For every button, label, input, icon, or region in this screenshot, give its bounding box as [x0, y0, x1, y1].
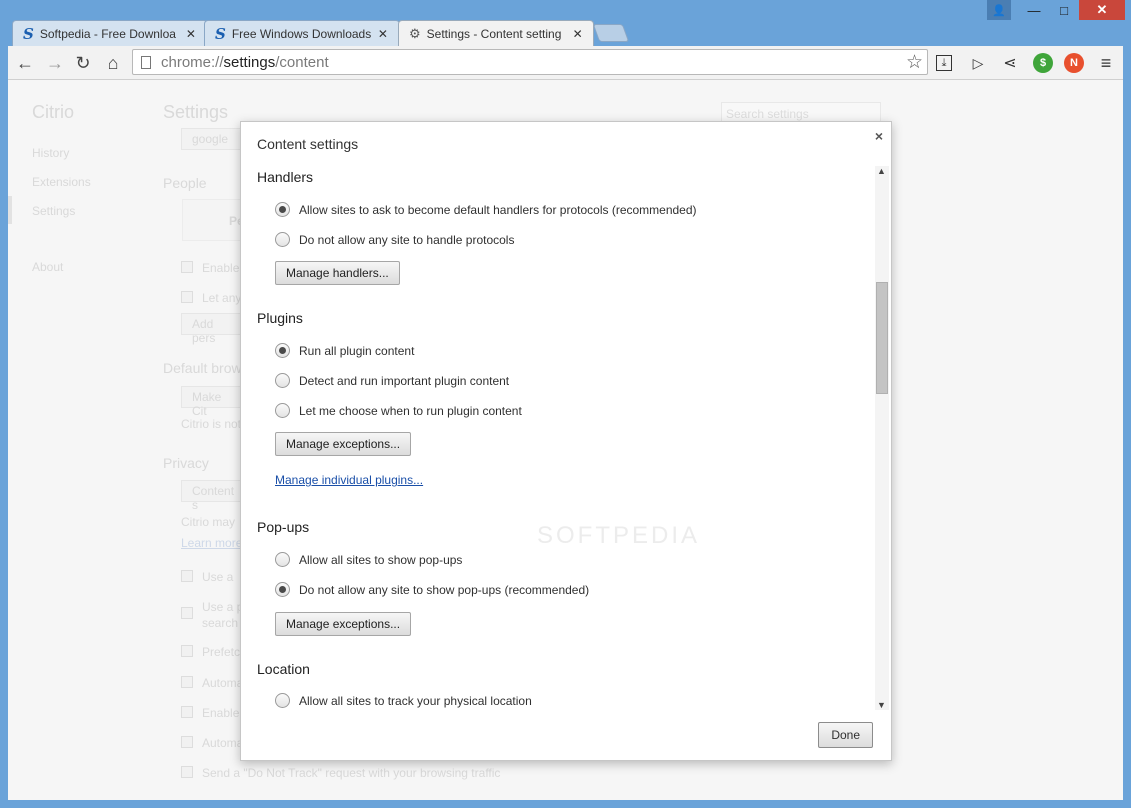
close-window-button[interactable]: ✕: [1079, 0, 1125, 20]
radio-button-selected[interactable]: [275, 202, 290, 217]
tab-close-icon[interactable]: ✕: [573, 27, 583, 41]
popups-allow-option[interactable]: Allow all sites to show pop-ups: [275, 552, 462, 567]
tab-title: Free Windows Downloads: [231, 26, 372, 41]
maximize-button[interactable]: □: [1049, 0, 1079, 20]
tab-strip: S Softpedia - Free Downloa ✕ S Free Wind…: [8, 18, 1008, 46]
manage-handlers-button[interactable]: Manage handlers...: [275, 261, 400, 285]
gear-icon: ⚙: [409, 25, 421, 41]
option-label: Detect and run important plugin content: [299, 373, 510, 388]
plugins-choose-option[interactable]: Let me choose when to run plugin content: [275, 403, 522, 418]
tab-free-windows-downloads[interactable]: S Free Windows Downloads ✕: [204, 20, 400, 46]
url-path: /content: [275, 53, 329, 71]
forward-button[interactable]: →: [44, 52, 66, 74]
toolbar: ← → ↻ ⌂ chrome://settings/content ☆ ⤓ ▷ …: [8, 46, 1123, 80]
new-tab-button[interactable]: [592, 24, 630, 42]
close-icon[interactable]: ×: [875, 128, 883, 144]
tab-settings[interactable]: ⚙ Settings - Content setting ✕: [398, 20, 594, 46]
softpedia-icon: S: [23, 24, 34, 43]
dialog-scrollbar[interactable]: ▲ ▼: [875, 166, 889, 710]
dollar-extension-icon[interactable]: $: [1033, 53, 1053, 73]
home-button[interactable]: ⌂: [102, 52, 124, 74]
manage-popup-exceptions-button[interactable]: Manage exceptions...: [275, 612, 412, 636]
tab-title: Softpedia - Free Downloa: [39, 26, 176, 41]
reload-button[interactable]: ↻: [72, 52, 94, 74]
content-settings-dialog: Content settings × Handlers Allow sites …: [240, 121, 892, 761]
radio-button[interactable]: [275, 693, 290, 708]
minimize-button[interactable]: —: [1019, 0, 1049, 20]
plugins-heading: Plugins: [257, 310, 303, 326]
scroll-down-arrow-icon[interactable]: ▼: [877, 700, 886, 710]
browser-window: 👤 — □ ✕ S Softpedia - Free Downloa ✕ S F…: [0, 0, 1131, 808]
radio-button-selected[interactable]: [275, 582, 290, 597]
radio-button[interactable]: [275, 552, 290, 567]
bookmark-star-icon[interactable]: ☆: [906, 51, 923, 74]
plugins-detect-option[interactable]: Detect and run important plugin content: [275, 373, 509, 388]
menu-icon[interactable]: ≡: [1096, 53, 1116, 73]
radio-button[interactable]: [275, 232, 290, 247]
option-label: Do not allow any site to show pop-ups (r…: [299, 582, 590, 597]
user-icon[interactable]: 👤: [987, 0, 1011, 20]
radio-button[interactable]: [275, 403, 290, 418]
option-label: Allow sites to ask to become default han…: [299, 202, 697, 217]
option-label: Let me choose when to run plugin content: [299, 403, 522, 418]
download-icon[interactable]: ⤓: [936, 55, 952, 71]
scroll-up-arrow-icon[interactable]: ▲: [877, 166, 886, 176]
location-heading: Location: [257, 661, 310, 677]
url-host: settings: [223, 53, 276, 71]
manage-plugin-exceptions-button[interactable]: Manage exceptions...: [275, 432, 412, 456]
url-scheme: chrome://: [161, 53, 224, 71]
popups-block-option[interactable]: Do not allow any site to show pop-ups (r…: [275, 582, 589, 597]
scrollbar-thumb[interactable]: [876, 282, 888, 394]
option-label: Allow all sites to show pop-ups: [299, 552, 463, 567]
back-button[interactable]: ←: [14, 52, 36, 74]
page-icon: [141, 55, 151, 69]
radio-button[interactable]: [275, 373, 290, 388]
tab-title: Settings - Content setting: [426, 26, 562, 41]
option-label: Allow all sites to track your physical l…: [299, 693, 532, 708]
dialog-title: Content settings: [257, 136, 359, 152]
handlers-allow-option[interactable]: Allow sites to ask to become default han…: [275, 202, 697, 217]
handlers-block-option[interactable]: Do not allow any site to handle protocol…: [275, 232, 514, 247]
tab-close-icon[interactable]: ✕: [378, 27, 388, 41]
softpedia-icon: S: [215, 24, 226, 43]
done-button[interactable]: Done: [818, 722, 873, 748]
option-label: Do not allow any site to handle protocol…: [299, 232, 515, 247]
plugins-run-all-option[interactable]: Run all plugin content: [275, 343, 414, 358]
tab-close-icon[interactable]: ✕: [186, 27, 196, 41]
share-icon[interactable]: ⋖: [1000, 53, 1020, 73]
manage-individual-plugins-link[interactable]: Manage individual plugins...: [275, 473, 423, 487]
handlers-heading: Handlers: [257, 169, 314, 185]
tab-softpedia[interactable]: S Softpedia - Free Downloa ✕: [12, 20, 208, 46]
n-extension-icon[interactable]: N: [1064, 53, 1084, 73]
location-allow-option[interactable]: Allow all sites to track your physical l…: [275, 693, 532, 708]
address-bar[interactable]: chrome://settings/content ☆: [132, 49, 928, 75]
radio-button-selected[interactable]: [275, 343, 290, 358]
softpedia-watermark: SOFTPEDIA: [537, 522, 701, 549]
option-label: Run all plugin content: [299, 343, 415, 358]
dialog-body: Handlers Allow sites to ask to become de…: [257, 162, 873, 718]
play-icon[interactable]: ▷: [968, 53, 988, 73]
popups-heading: Pop-ups: [257, 519, 310, 535]
